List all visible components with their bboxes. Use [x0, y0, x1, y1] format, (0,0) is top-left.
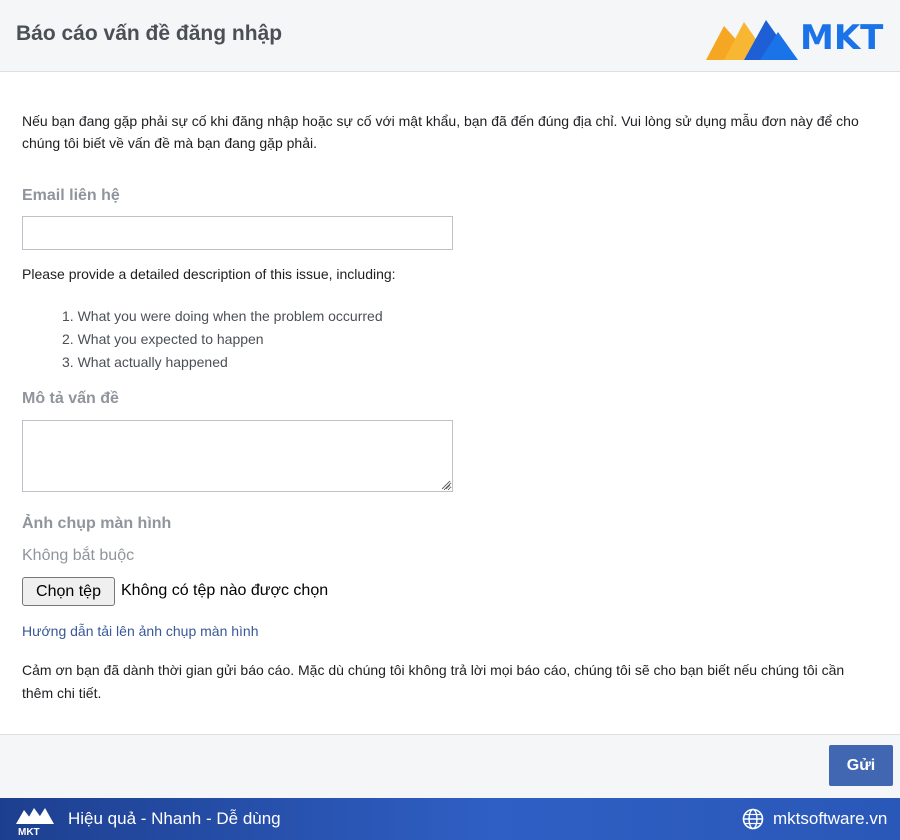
list-item: 3. What actually happened: [62, 354, 228, 370]
globe-icon: [742, 808, 764, 830]
send-button[interactable]: Gửi: [829, 745, 893, 786]
resize-grip-icon[interactable]: [440, 479, 451, 490]
email-label: Email liên hệ: [22, 187, 120, 204]
mkt-logo: MKT: [704, 14, 890, 62]
choose-file-button[interactable]: Chọn tệp: [22, 577, 115, 606]
mkt-logo-text: MKT: [800, 18, 884, 58]
description-textarea[interactable]: [22, 420, 453, 492]
banner-logo-text: MKT: [18, 827, 40, 836]
mkt-logo-mark-icon: [706, 20, 798, 60]
intro-section: Nếu bạn đang gặp phải sự cố khi đăng nhậ…: [22, 110, 872, 154]
banner-logo-icon: MKT: [16, 808, 54, 836]
description-points: 1. What you were doing when the problem …: [62, 305, 383, 374]
list-item: 1. What you were doing when the problem …: [62, 308, 383, 324]
dialog-title: Báo cáo vấn đề đăng nhập: [16, 22, 283, 45]
banner-slogan: Hiệu quả - Nhanh - Dễ dùng: [68, 809, 281, 828]
list-item: 2. What you expected to happen: [62, 331, 264, 347]
optional-label: Không bắt buộc: [22, 547, 135, 564]
thanks-text: Cảm ơn bạn đã dành thời gian gửi báo cáo…: [22, 662, 845, 701]
screenshot-label: Ảnh chụp màn hình: [22, 515, 172, 532]
dialog-footer: [0, 734, 900, 798]
screenshot-help-link[interactable]: Hướng dẫn tải lên ảnh chụp màn hình: [22, 623, 259, 639]
description-intro: Please provide a detailed description of…: [22, 266, 396, 282]
banner-website: mktsoftware.vn: [773, 809, 888, 828]
email-input[interactable]: [22, 216, 453, 250]
dialog-header: Báo cáo vấn đề đăng nhập MKT: [0, 0, 900, 72]
description-label: Mô tả vấn đề: [22, 390, 119, 407]
file-status-text: Không có tệp nào được chọn: [121, 582, 329, 599]
brand-banner: MKT Hiệu quả - Nhanh - Dễ dùng mktsoftwa…: [0, 798, 900, 840]
intro-text: Nếu bạn đang gặp phải sự cố khi đăng nhậ…: [22, 113, 859, 151]
